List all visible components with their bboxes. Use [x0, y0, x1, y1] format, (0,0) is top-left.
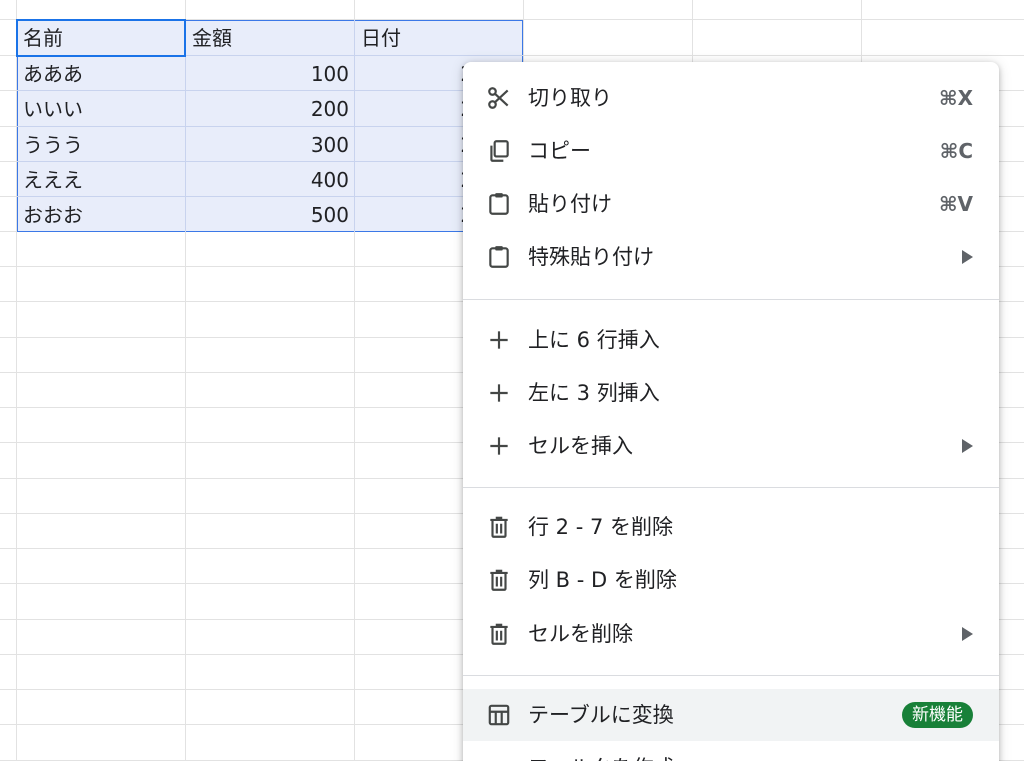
menu-item-insert-columns-left[interactable]: 左に 3 列挿入	[463, 367, 999, 419]
menu-item-delete-cells[interactable]: セルを削除	[463, 608, 999, 660]
table-cell-amount[interactable]: 400	[186, 162, 354, 197]
plus-icon	[486, 380, 512, 406]
table-cell-amount[interactable]: 500	[186, 197, 354, 232]
shortcut-copy: ⌘C	[939, 139, 973, 163]
menu-label-create-filter: フィルタを作成	[528, 742, 675, 761]
trash-icon	[486, 621, 512, 647]
header-cell-amount[interactable]: 金額	[186, 20, 354, 55]
menu-divider	[463, 675, 999, 676]
table-cell-name[interactable]: えええ	[17, 162, 185, 197]
menu-label-insert-columns-left: 左に 3 列挿入	[528, 381, 660, 405]
table-cell-name[interactable]: いいい	[17, 91, 185, 126]
clipboard-icon	[486, 244, 512, 270]
menu-item-delete-columns[interactable]: 列 B - D を削除	[463, 554, 999, 606]
menu-divider	[463, 299, 999, 300]
menu-label-paste-special: 特殊貼り付け	[528, 245, 654, 269]
header-cell-date[interactable]: 日付	[355, 20, 523, 55]
scissors-icon	[486, 85, 512, 111]
table-cell-amount[interactable]: 100	[186, 56, 354, 91]
plus-icon	[486, 433, 512, 459]
table-cell-amount[interactable]: 200	[186, 91, 354, 126]
menu-item-cut[interactable]: 切り取り ⌘X	[463, 72, 999, 124]
menu-label-delete-cells: セルを削除	[528, 622, 633, 646]
shortcut-paste: ⌘V	[938, 192, 973, 216]
menu-label-paste: 貼り付け	[528, 192, 612, 216]
menu-label-cut: 切り取り	[528, 86, 612, 110]
copy-icon	[486, 138, 512, 164]
menu-item-paste-special[interactable]: 特殊貼り付け	[463, 231, 999, 283]
menu-divider	[463, 487, 999, 488]
table-cell-name[interactable]: ううう	[17, 127, 185, 162]
menu-label-delete-columns: 列 B - D を削除	[528, 568, 677, 592]
menu-label-delete-rows: 行 2 - 7 を削除	[528, 515, 674, 539]
menu-item-insert-rows-above[interactable]: 上に 6 行挿入	[463, 314, 999, 366]
clipboard-icon	[486, 191, 512, 217]
menu-item-paste[interactable]: 貼り付け ⌘V	[463, 178, 999, 230]
table-cell-name[interactable]: おおお	[17, 197, 185, 232]
submenu-arrow-icon	[962, 250, 973, 264]
spreadsheet-window: 名前 金額 日付 あああ 100 2025/ いいい 200 2025/ ううう…	[0, 0, 1024, 761]
new-feature-badge: 新機能	[902, 702, 973, 728]
table-cell-amount[interactable]: 300	[186, 127, 354, 162]
menu-label-insert-rows-above: 上に 6 行挿入	[528, 328, 660, 352]
menu-item-convert-to-table[interactable]: テーブルに変換 新機能	[463, 689, 999, 741]
header-cell-name[interactable]: 名前	[17, 20, 185, 55]
trash-icon	[486, 514, 512, 540]
submenu-arrow-icon	[962, 439, 973, 453]
table-icon	[486, 702, 512, 728]
menu-item-delete-rows[interactable]: 行 2 - 7 を削除	[463, 501, 999, 553]
trash-icon	[486, 567, 512, 593]
plus-icon	[486, 327, 512, 353]
menu-item-create-filter[interactable]: フィルタを作成	[463, 742, 999, 761]
shortcut-cut: ⌘X	[939, 86, 973, 110]
menu-item-copy[interactable]: コピー ⌘C	[463, 125, 999, 177]
menu-label-insert-cells: セルを挿入	[528, 434, 633, 458]
menu-label-copy: コピー	[528, 139, 591, 163]
submenu-arrow-icon	[962, 627, 973, 641]
menu-label-convert-to-table: テーブルに変換	[528, 703, 674, 727]
context-menu: 切り取り ⌘X コピー ⌘C 貼り付け ⌘V 特殊貼り付け 上に 6 行挿入 左…	[463, 62, 999, 761]
menu-item-insert-cells[interactable]: セルを挿入	[463, 420, 999, 472]
table-cell-name[interactable]: あああ	[17, 56, 185, 91]
